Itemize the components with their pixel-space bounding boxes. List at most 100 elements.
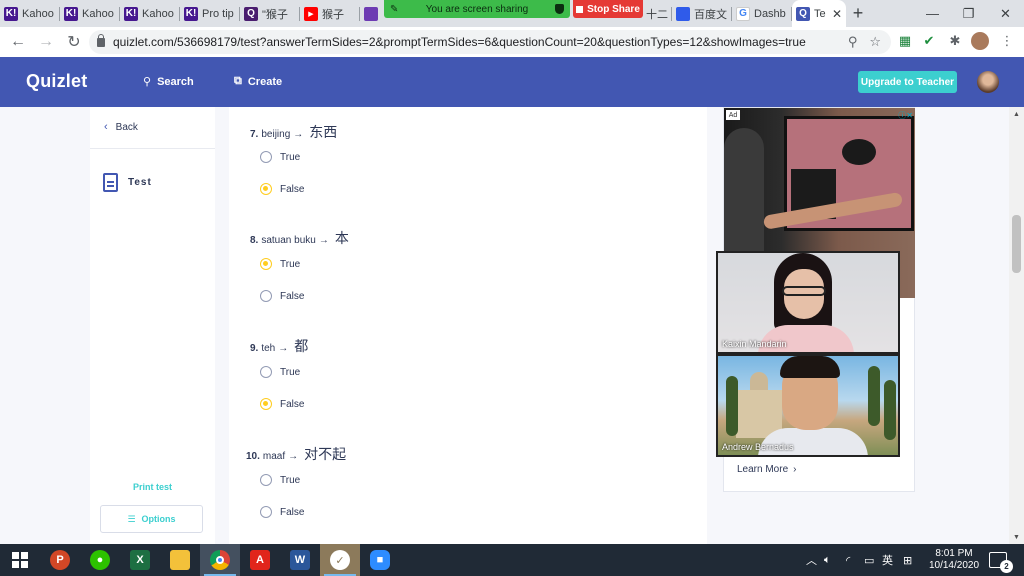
quizlet-logo[interactable]: Quizlet — [26, 71, 87, 92]
close-tab-icon[interactable]: ✕ — [832, 7, 842, 21]
word-icon[interactable]: W — [280, 544, 320, 576]
chevron-left-icon: ‹ — [104, 121, 108, 133]
scrollbar-thumb[interactable] — [1012, 215, 1021, 273]
arrow-right-icon: → — [278, 343, 289, 354]
windows-start-icon[interactable] — [0, 544, 40, 576]
battery-icon[interactable]: ▭ — [864, 544, 874, 576]
radio-button-selected[interactable] — [260, 398, 272, 410]
option-true[interactable]: True — [260, 151, 300, 163]
address-bar[interactable]: quizlet.com/536698179/test?answerTermSid… — [89, 30, 891, 54]
browser-tab[interactable]: Q "猴子 — [240, 0, 300, 27]
browser-tab[interactable]: ▶ 猴子 — [300, 0, 360, 27]
minimize-icon[interactable]: — — [914, 0, 951, 27]
test-questions-panel: 7. beijing → 东西 True False 8. satuan buk… — [229, 107, 707, 544]
page-scrollbar[interactable]: ▲ ▼ — [1009, 107, 1024, 544]
browser-tab[interactable] — [360, 0, 378, 27]
new-tab-button[interactable]: + — [846, 0, 870, 27]
option-false[interactable]: False — [260, 398, 304, 410]
show-hidden-icons-icon[interactable]: ︿ — [806, 544, 817, 576]
back-arrow-icon[interactable]: ← — [6, 30, 30, 54]
ime-language-indicator[interactable]: 英 — [882, 544, 893, 576]
stop-share-button[interactable]: Stop Share — [573, 0, 643, 18]
ime-mode-icon[interactable]: ⊞ — [903, 544, 912, 576]
question-answer: 对不起 — [304, 447, 347, 463]
profile-avatar-icon[interactable] — [971, 32, 989, 50]
options-sliders-icon: ☰ — [127, 513, 136, 524]
kahoot-favicon-icon: K! — [4, 6, 18, 21]
wifi-icon[interactable]: ◜ — [846, 544, 850, 576]
forward-arrow-icon[interactable]: → — [34, 30, 58, 54]
checkmark-extension-icon[interactable]: ✔ — [920, 32, 938, 50]
print-test-link[interactable]: Print test — [90, 482, 215, 492]
tab-label: Te — [814, 7, 826, 20]
tab-label: 猴子 — [322, 8, 344, 21]
radio-button[interactable] — [260, 366, 272, 378]
browser-tab[interactable]: K! Pro tip — [180, 0, 240, 27]
menu-kebab-icon[interactable]: ⋮ — [998, 32, 1016, 50]
radio-button[interactable] — [260, 506, 272, 518]
browser-tab[interactable]: 百度文 — [672, 0, 732, 27]
sidebar-item-test[interactable]: Test — [103, 173, 152, 192]
zoom-icon[interactable]: ⚲ — [848, 34, 858, 50]
app-icon[interactable]: ✓ — [320, 544, 360, 576]
test-sidebar: ‹ Back Test Print test ☰ Options — [90, 107, 215, 544]
scroll-up-icon[interactable]: ▲ — [1009, 107, 1024, 121]
browser-tab[interactable]: K! Kahoo — [0, 0, 60, 27]
adchoices-icon[interactable]: ⓘ✕ — [898, 110, 913, 121]
kahoot-favicon-icon: K! — [184, 6, 198, 21]
tab-label: Kahoo — [142, 7, 174, 20]
excel-icon[interactable]: X — [120, 544, 160, 576]
browser-tab-active[interactable]: Q Te ✕ — [792, 0, 846, 27]
browser-tab[interactable]: G Dashb — [732, 0, 792, 27]
browser-tab[interactable]: K! Kahoo — [60, 0, 120, 27]
options-button[interactable]: ☰ Options — [100, 505, 203, 533]
browser-tab[interactable]: 十二 — [642, 0, 672, 27]
baidu-favicon-icon — [676, 6, 690, 21]
search-nav[interactable]: ⚲ Search — [143, 75, 194, 89]
restore-icon[interactable]: ❐ — [950, 0, 987, 27]
radio-button[interactable] — [260, 290, 272, 302]
user-avatar[interactable] — [977, 71, 999, 93]
volume-icon[interactable]: 🔈︎ — [824, 544, 831, 576]
create-nav[interactable]: ⧉ Create — [234, 75, 282, 88]
reload-icon[interactable]: ↻ — [62, 30, 86, 54]
option-false[interactable]: False — [260, 290, 304, 302]
back-link[interactable]: ‹ Back — [104, 121, 138, 133]
powerpoint-icon[interactable]: P — [40, 544, 80, 576]
tab-label: Dashb — [754, 7, 786, 20]
question-prompt: 7. beijing → 东西 — [250, 122, 337, 142]
option-true[interactable]: True — [260, 258, 300, 270]
question-term: satuan buku — [261, 235, 316, 246]
scroll-down-icon[interactable]: ▼ — [1009, 530, 1024, 544]
chrome-icon[interactable] — [200, 544, 240, 576]
search-icon: ⚲ — [143, 76, 152, 88]
learn-more-link[interactable]: Learn More › — [737, 464, 796, 475]
browser-tab[interactable]: K! Kahoo — [120, 0, 180, 27]
tab-label: Kahoo — [22, 7, 54, 20]
close-window-icon[interactable]: ✕ — [987, 0, 1024, 27]
radio-button[interactable] — [260, 474, 272, 486]
extensions-puzzle-icon[interactable]: ✱ — [946, 32, 964, 50]
upgrade-button[interactable]: Upgrade to Teacher — [858, 71, 957, 93]
wechat-icon[interactable]: ● — [80, 544, 120, 576]
glasses-icon — [782, 286, 826, 296]
option-true[interactable]: True — [260, 474, 300, 486]
option-false[interactable]: False — [260, 183, 304, 195]
video-tile-participant[interactable]: Kaixin Mandarin — [716, 251, 900, 354]
video-tile-participant[interactable]: Andrew Bernadus — [716, 354, 900, 457]
system-clock[interactable]: 8:01 PM 10/14/2020 — [928, 548, 980, 572]
radio-button-selected[interactable] — [260, 183, 272, 195]
notifications-icon[interactable]: 2 — [989, 552, 1013, 573]
pin-icon[interactable]: ✎ — [390, 4, 398, 15]
zoom-app-icon[interactable]: ■ — [360, 544, 400, 576]
sheets-extension-icon[interactable]: ▦ — [896, 32, 914, 50]
bookmark-star-icon[interactable]: ☆ — [869, 34, 881, 50]
arrow-right-icon: → — [288, 451, 299, 462]
option-false[interactable]: False — [260, 506, 304, 518]
option-true[interactable]: True — [260, 366, 300, 378]
file-explorer-icon[interactable] — [160, 544, 200, 576]
acrobat-icon[interactable]: A — [240, 544, 280, 576]
radio-button[interactable] — [260, 151, 272, 163]
radio-button-selected[interactable] — [260, 258, 272, 270]
chevron-right-icon: › — [793, 464, 797, 475]
